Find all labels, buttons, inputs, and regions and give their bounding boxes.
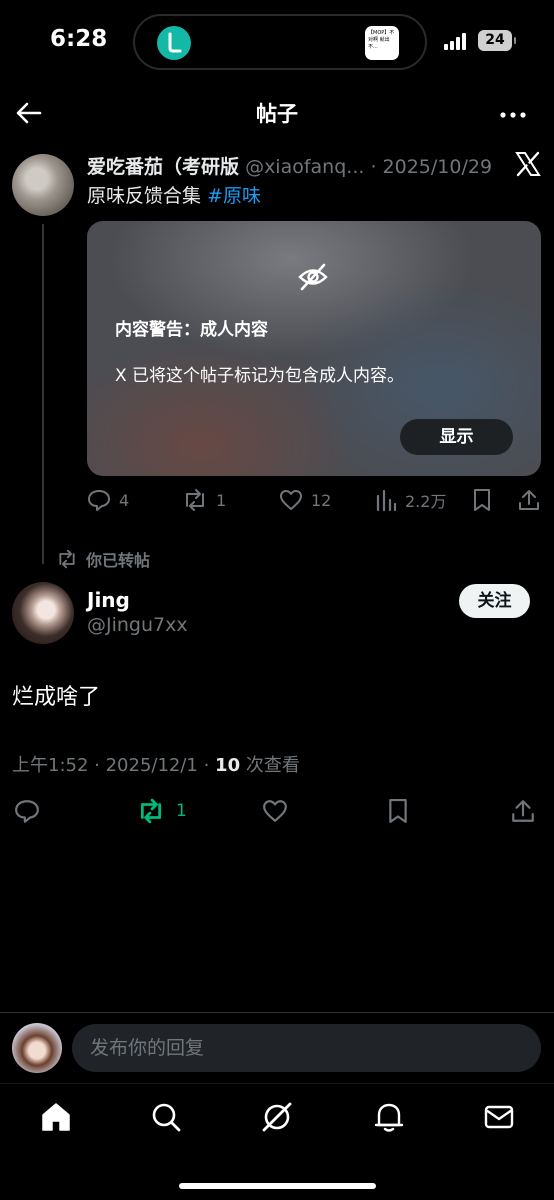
- signal-icon: [444, 32, 472, 50]
- bookmark-button[interactable]: [386, 796, 420, 826]
- quoted-author-name[interactable]: 爱吃番茄（考研版: [87, 156, 239, 178]
- my-avatar[interactable]: [12, 1023, 62, 1073]
- reply-button[interactable]: [14, 796, 50, 826]
- home-indicator: [179, 1183, 376, 1189]
- post-timestamp[interactable]: 上午1:52 · 2025/12/1 ·: [12, 755, 215, 776]
- quoted-post-header: 爱吃番茄（考研版 @xiaofanq... · 2025/10/29: [87, 152, 507, 179]
- author-handle[interactable]: @Jingu7xx: [87, 614, 188, 636]
- status-time: 6:28: [50, 26, 108, 52]
- quoted-post-body: 原味反馈合集: [87, 185, 202, 207]
- views-icon: [376, 489, 397, 512]
- author-avatar[interactable]: [12, 582, 74, 644]
- content-warning-description: X 已将这个帖子标记为包含成人内容。: [115, 366, 405, 386]
- reply-input[interactable]: 发布你的回复: [90, 1024, 204, 1072]
- views-number: 10: [215, 755, 241, 776]
- post-meta: 上午1:52 · 2025/12/1 · 10 次查看: [12, 751, 300, 777]
- share-icon: [512, 800, 534, 822]
- page-title: 帖子: [256, 102, 298, 126]
- share-button[interactable]: [510, 796, 546, 826]
- bookmark-button[interactable]: [471, 486, 501, 514]
- content-warning-title: 内容警告：成人内容: [115, 320, 268, 340]
- quoted-post-actions: 4 1 12 2.2万: [87, 486, 547, 516]
- dynamic-island[interactable]: 【MOP】不对啊 就出不...: [133, 14, 427, 70]
- home-icon[interactable]: [40, 1101, 72, 1133]
- like-button[interactable]: 12: [279, 486, 331, 514]
- battery-icon: 24: [478, 30, 516, 51]
- reply-composer[interactable]: 发布你的回复: [72, 1024, 541, 1072]
- heart-icon: [280, 490, 302, 510]
- share-icon: [519, 490, 539, 510]
- search-icon[interactable]: [150, 1101, 182, 1133]
- hashtag-link[interactable]: #原味: [207, 185, 261, 207]
- views-button[interactable]: 2.2万: [375, 486, 446, 514]
- reply-button[interactable]: 4: [87, 486, 129, 514]
- repost-icon: [140, 798, 162, 824]
- views-label: 次查看: [240, 755, 300, 776]
- repost-button[interactable]: 1: [182, 486, 226, 514]
- divider: [0, 1012, 554, 1013]
- author-name[interactable]: Jing: [87, 588, 130, 612]
- quoted-post-date[interactable]: · 2025/10/29: [370, 156, 492, 178]
- bookmark-icon: [389, 798, 407, 823]
- eye-off-icon: [298, 263, 328, 291]
- like-button[interactable]: [261, 796, 299, 826]
- repost-count: 1: [216, 490, 227, 510]
- post-actions: 1: [0, 796, 554, 828]
- thread-line: [42, 224, 44, 564]
- repost-notice-text: 你已转帖: [86, 551, 151, 570]
- reply-icon: [15, 800, 39, 823]
- bookmark-icon: [474, 489, 490, 511]
- quoted-author-avatar[interactable]: [12, 154, 74, 216]
- repost-count: 1: [176, 801, 187, 821]
- view-count: 2.2万: [405, 492, 447, 511]
- sensitive-media[interactable]: 内容警告：成人内容 X 已将这个帖子标记为包含成人内容。 显示: [87, 221, 541, 476]
- x-logo-icon: [515, 151, 541, 177]
- island-thumbnail: 【MOP】不对啊 就出不...: [365, 26, 399, 60]
- grok-icon[interactable]: [261, 1101, 293, 1133]
- like-count: 12: [311, 490, 332, 510]
- heart-icon: [263, 800, 287, 822]
- quoted-post-text: 原味反馈合集 #原味: [87, 181, 261, 208]
- messages-icon[interactable]: [483, 1101, 515, 1133]
- bottom-tab-bar: [0, 1083, 554, 1200]
- quoted-author-handle[interactable]: @xiaofanq...: [245, 156, 364, 178]
- follow-button[interactable]: 关注: [459, 584, 530, 618]
- post-text: 烂成啥了: [12, 685, 101, 710]
- more-options-icon[interactable]: [498, 100, 528, 130]
- status-bar: 6:28 【MOP】不对啊 就出不... 24: [0, 0, 554, 84]
- reply-icon: [88, 490, 110, 511]
- show-media-button[interactable]: 显示: [400, 419, 513, 455]
- repost-icon: [186, 489, 204, 511]
- repost-icon: [59, 549, 75, 569]
- reply-count: 4: [119, 490, 130, 510]
- repost-notice: 你已转帖: [56, 547, 150, 571]
- top-bar: 帖子: [0, 84, 554, 144]
- notifications-icon[interactable]: [373, 1101, 405, 1133]
- app-activity-icon[interactable]: [157, 26, 191, 60]
- repost-button-active[interactable]: 1: [136, 796, 187, 826]
- share-button[interactable]: [517, 486, 549, 514]
